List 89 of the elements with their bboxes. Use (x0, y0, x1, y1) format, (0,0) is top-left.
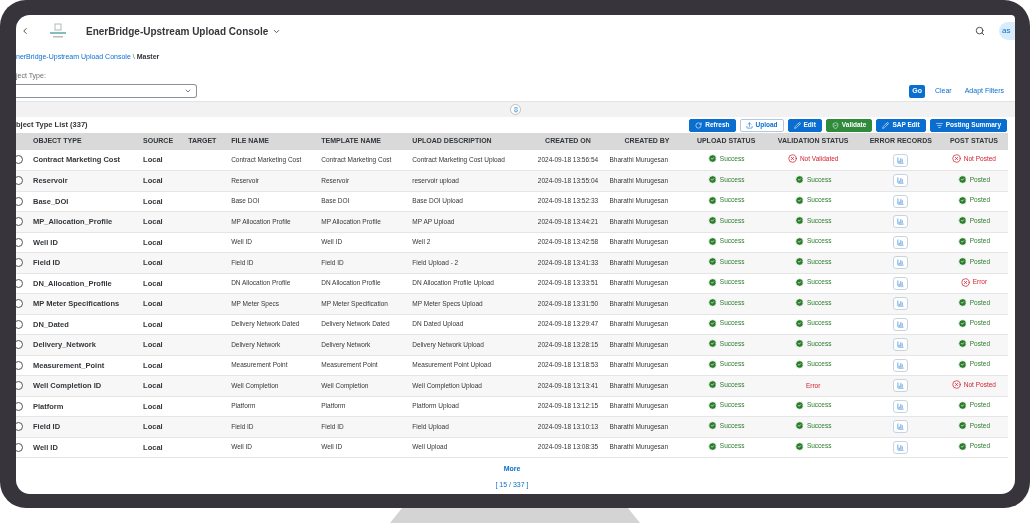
check-circle-icon (707, 154, 717, 164)
pencil-icon (793, 121, 801, 129)
row-radio[interactable] (16, 237, 23, 247)
bar-chart-icon (897, 238, 905, 246)
check-circle-icon (794, 236, 804, 246)
check-circle-icon (957, 195, 967, 205)
x-circle-icon (951, 380, 961, 390)
check-circle-icon (957, 236, 967, 246)
bar-chart-icon (897, 320, 905, 328)
row-radio[interactable] (16, 340, 23, 349)
check-circle-icon (794, 195, 804, 205)
row-radio[interactable] (16, 442, 23, 452)
check-circle-icon (957, 216, 967, 226)
pin-icon (512, 106, 519, 113)
pin-button[interactable] (510, 104, 521, 115)
bar-chart-icon (897, 177, 905, 185)
bar-chart-icon (897, 341, 905, 349)
check-circle-icon (794, 277, 804, 287)
check-circle-icon (707, 339, 717, 349)
bar-chart-icon (897, 382, 905, 390)
upload-icon (745, 121, 753, 129)
shield-check-icon (831, 121, 839, 129)
check-circle-icon (707, 257, 717, 267)
bar-chart-icon (897, 402, 905, 410)
check-circle-icon (707, 216, 717, 226)
check-circle-icon (794, 298, 804, 308)
check-circle-icon (957, 175, 967, 185)
check-circle-icon (794, 400, 804, 410)
row-radio[interactable] (16, 258, 23, 267)
check-circle-icon (707, 400, 717, 410)
check-circle-icon (957, 339, 967, 349)
row-radio[interactable] (16, 422, 23, 431)
row-radio[interactable] (16, 299, 23, 308)
check-circle-icon (957, 359, 967, 369)
bar-chart-icon (897, 361, 905, 369)
check-circle-icon (707, 441, 717, 451)
check-circle-icon (707, 236, 717, 246)
refresh-icon (695, 121, 703, 129)
logo-icon (48, 23, 68, 39)
check-circle-icon (794, 359, 804, 369)
bar-chart-icon (897, 423, 905, 431)
check-circle-icon (707, 277, 717, 287)
x-circle-icon (960, 277, 970, 287)
chevron-down-icon (184, 87, 192, 95)
check-circle-icon (707, 318, 717, 328)
check-circle-icon (707, 195, 717, 205)
check-circle-icon (957, 257, 967, 267)
check-circle-icon (794, 216, 804, 226)
list-icon (935, 121, 943, 129)
row-radio[interactable] (16, 176, 23, 185)
check-circle-icon (794, 257, 804, 267)
bar-chart-icon (897, 156, 905, 164)
check-circle-icon (794, 339, 804, 349)
check-circle-icon (957, 298, 967, 308)
check-circle-icon (707, 380, 717, 390)
row-radio[interactable] (16, 155, 23, 164)
row-radio[interactable] (16, 196, 23, 206)
app-title[interactable]: EnerBridge-Upstream Upload Console (86, 23, 269, 39)
x-circle-icon (787, 154, 797, 164)
row-radio[interactable] (16, 217, 23, 226)
search-icon[interactable] (975, 26, 985, 36)
row-radio[interactable] (16, 360, 23, 370)
object-type-select[interactable] (16, 84, 197, 98)
pencil-icon (882, 121, 890, 129)
bar-chart-icon (897, 279, 905, 287)
row-radio[interactable] (16, 319, 23, 329)
bar-chart-icon (897, 259, 905, 267)
row-radio[interactable] (16, 401, 23, 411)
check-circle-icon (957, 441, 967, 451)
check-circle-icon (707, 298, 717, 308)
check-circle-icon (957, 318, 967, 328)
check-circle-icon (957, 421, 967, 431)
user-avatar[interactable]: as (999, 22, 1015, 40)
bar-chart-icon (897, 197, 905, 205)
check-circle-icon (794, 421, 804, 431)
bar-chart-icon (897, 443, 905, 451)
check-circle-icon (707, 359, 717, 369)
x-circle-icon (951, 154, 961, 164)
back-icon[interactable] (20, 26, 30, 36)
row-radio[interactable] (16, 381, 23, 390)
check-circle-icon (794, 318, 804, 328)
bar-chart-icon (897, 218, 905, 226)
check-circle-icon (707, 421, 717, 431)
row-radio[interactable] (16, 278, 23, 288)
check-circle-icon (707, 175, 717, 185)
check-circle-icon (794, 175, 804, 185)
check-circle-icon (957, 400, 967, 410)
bar-chart-icon (897, 300, 905, 308)
check-circle-icon (794, 441, 804, 451)
